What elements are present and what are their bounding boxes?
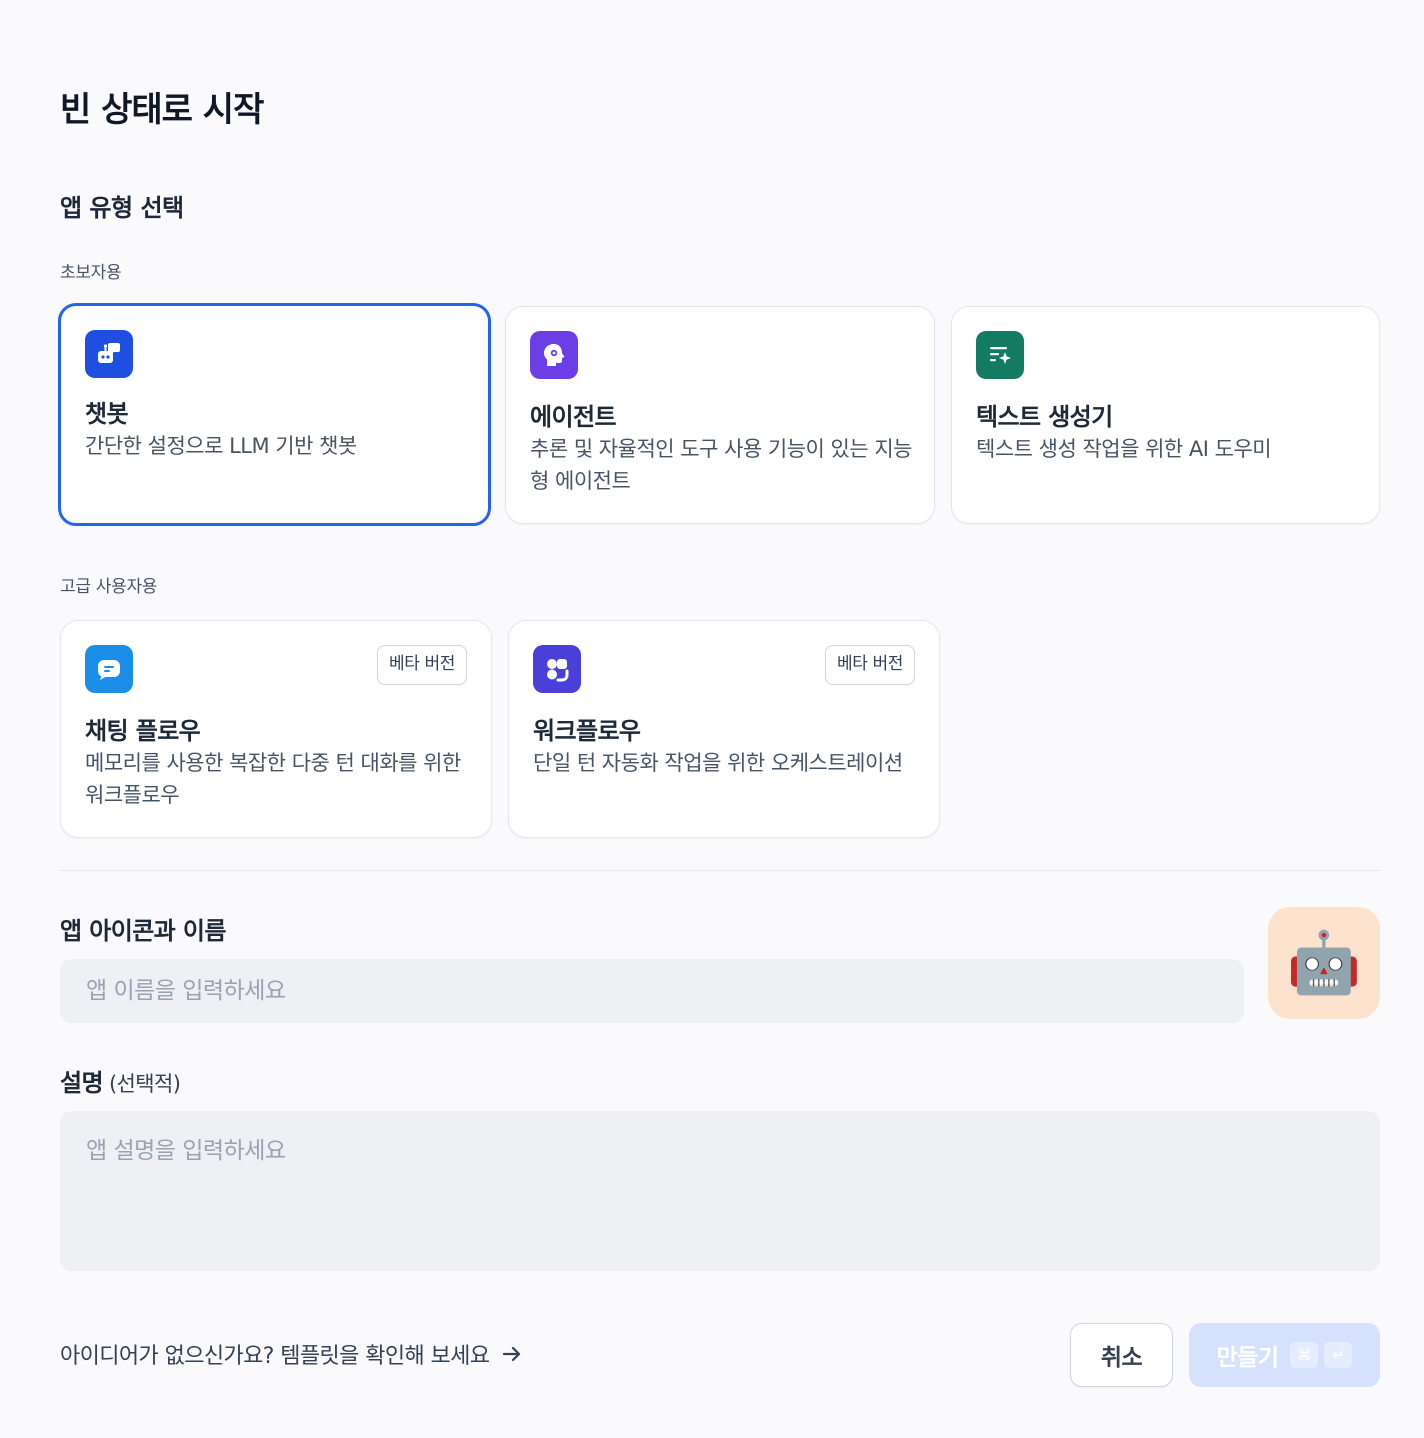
- card-title: 채팅 플로우: [85, 717, 201, 745]
- beginner-group-label: 초보자용: [60, 263, 122, 283]
- app-type-card-text-generator[interactable]: 텍스트 생성기 텍스트 생성 작업을 위한 AI 도우미: [951, 306, 1380, 524]
- name-field-label: 앱 아이콘과 이름: [60, 917, 226, 945]
- chatflow-icon: [85, 645, 133, 693]
- app-type-card-agent[interactable]: 에이전트 추론 및 자율적인 도구 사용 기능이 있는 지능형 에이전트: [505, 306, 935, 524]
- advanced-group-label: 고급 사용자용: [60, 577, 158, 597]
- description-field-label: 설명 (선택적): [60, 1063, 181, 1098]
- arrow-right-icon: [503, 1346, 521, 1362]
- beta-badge: 베타 버전: [377, 645, 467, 685]
- cancel-button[interactable]: 취소: [1070, 1323, 1173, 1387]
- app-description-input[interactable]: [60, 1111, 1380, 1271]
- page-title: 빈 상태로 시작: [60, 90, 264, 130]
- optional-hint: (선택적): [108, 1072, 181, 1096]
- app-type-heading: 앱 유형 선택: [60, 194, 184, 222]
- description-label-text: 설명: [60, 1069, 104, 1097]
- robot-icon: 🤖: [1286, 928, 1362, 998]
- card-title: 챗봇: [85, 400, 129, 428]
- card-description: 메모리를 사용한 복잡한 다중 턴 대화를 위한 워크플로우: [85, 751, 461, 807]
- app-type-card-chatbot[interactable]: 챗봇 간단한 설정으로 LLM 기반 챗봇: [58, 303, 491, 526]
- create-button-label: 만들기: [1216, 1345, 1279, 1371]
- card-description: 간단한 설정으로 LLM 기반 챗봇: [85, 434, 357, 458]
- section-divider: [60, 870, 1380, 871]
- command-key-icon: ⌘: [1290, 1342, 1319, 1368]
- card-title: 워크플로우: [533, 717, 641, 745]
- beta-badge: 베타 버전: [825, 645, 915, 685]
- app-type-card-chatflow[interactable]: 베타 버전 채팅 플로우 메모리를 사용한 복잡한 다중 턴 대화를 위한 워크…: [60, 620, 492, 838]
- card-title: 에이전트: [530, 403, 617, 431]
- app-name-input[interactable]: [60, 959, 1244, 1023]
- enter-key-icon: ↵: [1324, 1342, 1353, 1368]
- text-generator-icon: [976, 331, 1024, 379]
- app-icon-picker[interactable]: 🤖: [1268, 907, 1380, 1019]
- app-type-card-workflow[interactable]: 베타 버전 워크플로우 단일 턴 자동화 작업을 위한 오케스트레이션: [508, 620, 940, 838]
- card-description: 추론 및 자율적인 도구 사용 기능이 있는 지능형 에이전트: [530, 437, 913, 493]
- card-description: 텍스트 생성 작업을 위한 AI 도우미: [976, 437, 1272, 461]
- workflow-icon: [533, 645, 581, 693]
- agent-icon: [530, 331, 578, 379]
- template-link[interactable]: 아이디어가 없으신가요? 템플릿을 확인해 보세요: [60, 1338, 523, 1370]
- template-link-text: 아이디어가 없으신가요? 템플릿을 확인해 보세요: [60, 1344, 490, 1369]
- chatbot-icon: [85, 330, 133, 378]
- create-button[interactable]: 만들기 ⌘ ↵: [1189, 1323, 1380, 1387]
- card-description: 단일 턴 자동화 작업을 위한 오케스트레이션: [533, 751, 903, 775]
- card-title: 텍스트 생성기: [976, 403, 1113, 431]
